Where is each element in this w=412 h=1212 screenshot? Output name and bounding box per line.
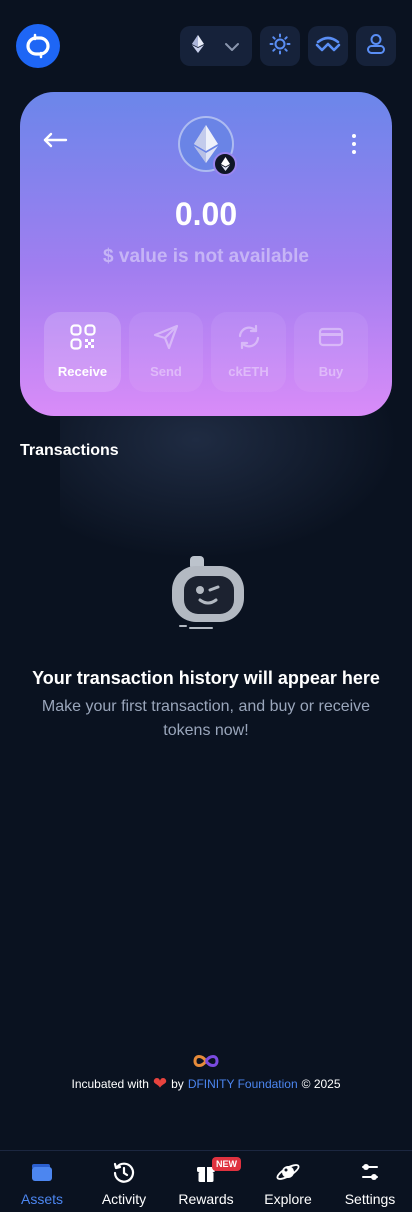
user-icon [366, 33, 386, 59]
nav-label-settings: Settings [344, 1191, 396, 1207]
send-button[interactable]: Send [129, 312, 203, 392]
chevron-down-icon [224, 37, 240, 56]
token-actions: Receive Send ckETH Buy [44, 312, 368, 392]
dfinity-infinity-logo-icon [192, 1052, 220, 1070]
dfinity-foundation-link[interactable]: DFINITY Foundation [188, 1077, 298, 1091]
user-menu-button[interactable] [356, 26, 396, 66]
wallet-icon [30, 1161, 54, 1187]
token-balance: 0.00 [174, 196, 238, 232]
network-badge-icon [213, 152, 237, 176]
sliders-icon [359, 1161, 381, 1187]
nav-item-assets[interactable]: Assets [12, 1151, 72, 1212]
new-badge: NEW [212, 1157, 241, 1171]
card-icon [318, 324, 344, 354]
nav-item-rewards[interactable]: NEW Rewards [172, 1151, 241, 1212]
nav-item-activity[interactable]: Activity [92, 1151, 156, 1212]
token-card: 0.00 $ value is not available Receive Se… [20, 92, 392, 416]
usd-value-note: $ value is not available [103, 246, 309, 267]
empty-state-mascot-icon [166, 554, 248, 634]
nav-label-rewards: Rewards [178, 1191, 234, 1207]
back-button[interactable] [42, 130, 72, 156]
planet-icon [275, 1161, 301, 1187]
footer-credit: Incubated with ❤ by DFINITY Foundation ©… [0, 1075, 412, 1092]
empty-state-description: Make your first transaction, and buy or … [41, 698, 371, 739]
buy-button[interactable]: Buy [294, 312, 368, 392]
app-header [0, 0, 412, 92]
footer-copyright: © 2025 [301, 1076, 341, 1091]
receive-button[interactable]: Receive [44, 312, 121, 392]
send-icon [153, 324, 179, 354]
nav-item-explore[interactable]: Explore [256, 1151, 320, 1212]
more-vertical-icon[interactable] [346, 132, 362, 156]
nav-label-explore: Explore [264, 1191, 312, 1207]
convert-icon [236, 324, 262, 354]
cketh-label: ckETH [228, 364, 269, 379]
nav-label-assets: Assets [20, 1191, 63, 1207]
nav-item-settings[interactable]: Settings [338, 1151, 402, 1212]
bottom-navigation: Assets Activity NEW Rewards Explore Sett… [0, 1150, 412, 1212]
network-selector[interactable] [180, 26, 252, 66]
heart-icon: ❤ [152, 1074, 168, 1093]
footer-by: by [171, 1076, 184, 1091]
walletconnect-button[interactable] [308, 26, 348, 66]
send-label: Send [150, 364, 182, 379]
footer-incubated: Incubated with [71, 1076, 149, 1091]
history-icon [112, 1161, 136, 1187]
cketh-convert-button[interactable]: ckETH [211, 312, 286, 392]
arrow-left-icon [42, 132, 68, 154]
theme-toggle-button[interactable] [260, 26, 300, 66]
walletconnect-icon [315, 36, 341, 56]
buy-label: Buy [318, 364, 344, 379]
receive-label: Receive [57, 364, 108, 379]
qr-code-icon [69, 324, 96, 354]
ethereum-icon [192, 35, 204, 57]
empty-state-title: Your transaction history will appear her… [32, 668, 380, 688]
nav-label-activity: Activity [101, 1191, 147, 1207]
sun-icon [269, 33, 291, 59]
transactions-heading: Transactions [20, 442, 119, 459]
oisy-logo-icon[interactable] [16, 24, 60, 68]
